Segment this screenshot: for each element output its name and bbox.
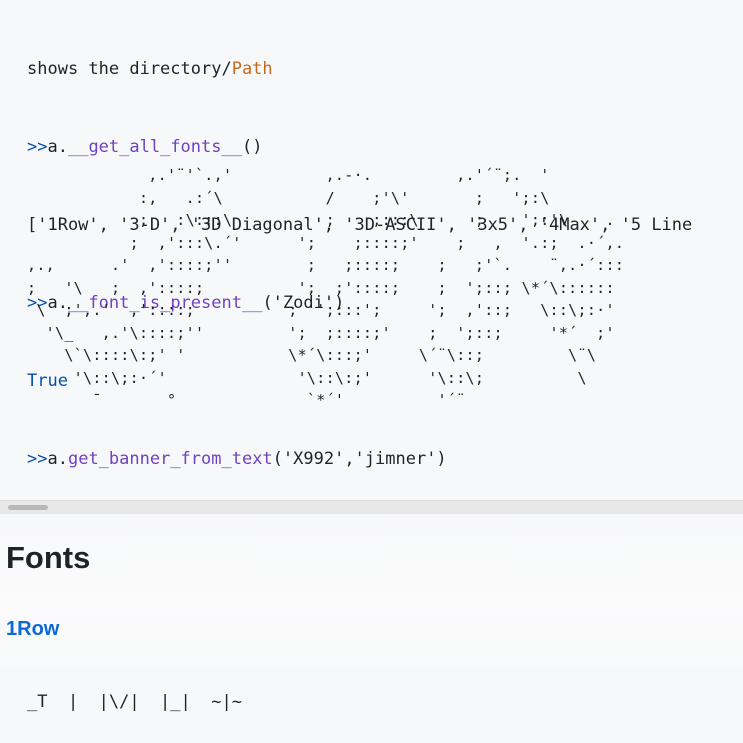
code-line-get-banner: >>a.get_banner_from_text('X992','jimner'… [27,446,692,472]
function-name: __get_all_fonts__ [67,137,242,157]
font-name-link[interactable]: 1Row [6,618,59,641]
prompt-marker: >> [27,449,48,469]
section-heading: Fonts [6,540,91,575]
path-text: Path [231,59,273,79]
directory-text: shows the directory/ [27,59,232,79]
code-output-panel: shows the directory/Path >>a.__get_all_f… [0,0,743,500]
prompt-marker: >> [27,137,48,157]
object-ref: a. [47,137,68,157]
ascii-banner-output: ,.'¨'`.,' ,.-·. ,.'´¨;. ' :, .:´\ / ;'\'… [27,166,625,409]
function-args: ('X992','jimner') [272,449,447,469]
font-sample-text: _T | |\/| |_| ~|~ [27,692,242,712]
function-name: get_banner_from_text [67,449,273,469]
code-line-get-all-fonts: >>a.__get_all_fonts__() [27,134,692,160]
object-ref: a. [47,449,68,469]
scrollbar-thumb[interactable] [8,505,48,510]
horizontal-scrollbar[interactable] [0,500,743,514]
function-args: () [241,137,263,157]
code-line-directory: shows the directory/Path [27,56,692,82]
